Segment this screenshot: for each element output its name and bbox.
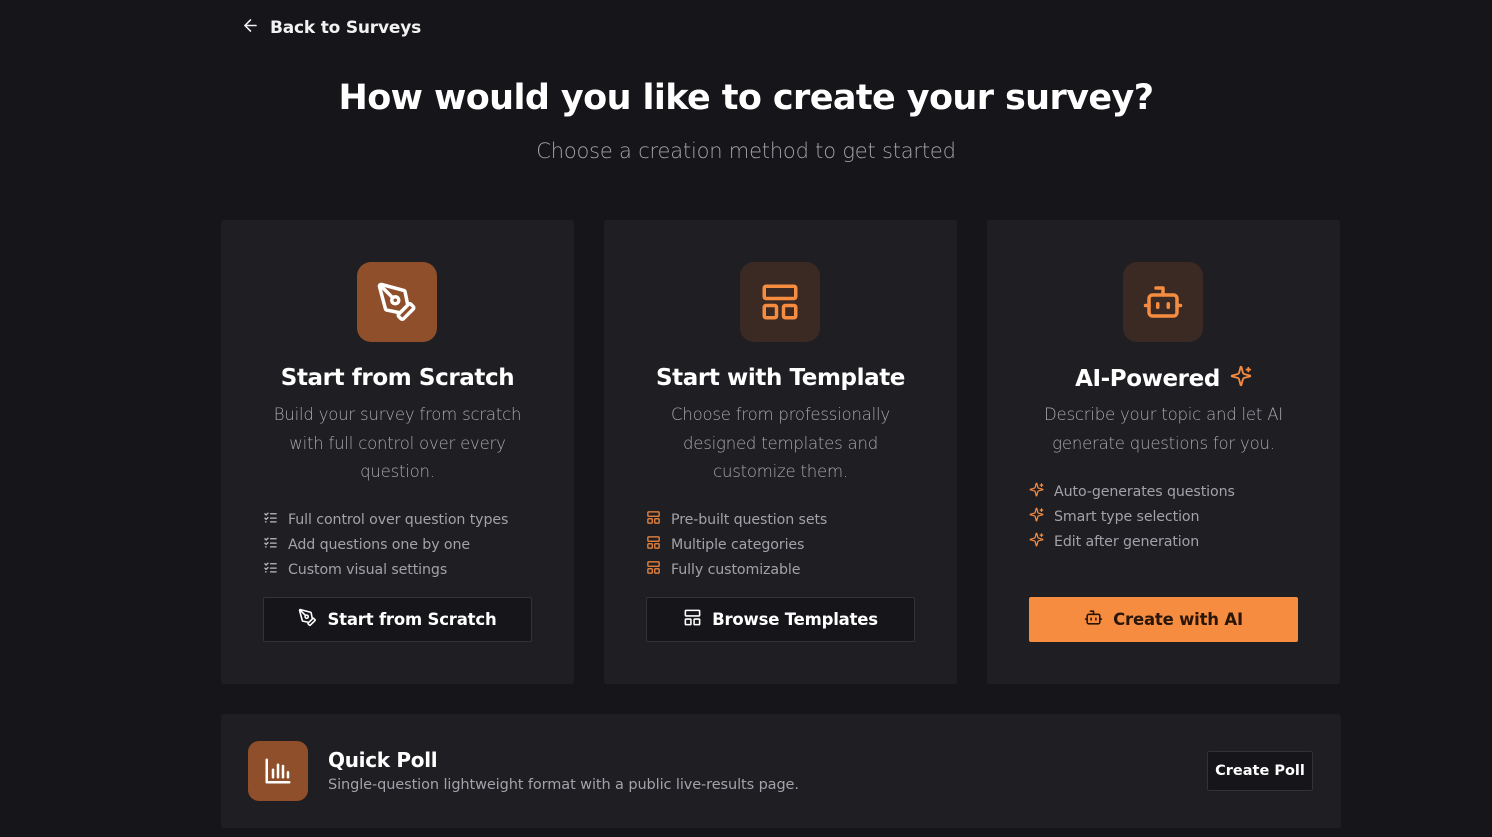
list-item: Multiple categories bbox=[646, 532, 937, 557]
card-title: Start from Scratch bbox=[280, 365, 515, 391]
button-label: Start from Scratch bbox=[327, 610, 497, 629]
card-ai-powered: AI-Powered Describe your topic and let A… bbox=[987, 220, 1340, 684]
list-item: Pre-built question sets bbox=[646, 507, 937, 532]
card-description: Build your survey from scratch with full… bbox=[273, 405, 522, 482]
card-start-from-scratch: Start from Scratch Build your survey fro… bbox=[221, 220, 574, 684]
layout-template-icon bbox=[740, 262, 820, 342]
card-title: Start with Template bbox=[656, 365, 905, 391]
create-poll-button[interactable]: Create Poll bbox=[1207, 751, 1313, 791]
quick-poll-title: Quick Poll bbox=[328, 748, 438, 772]
list-item: Fully customizable bbox=[646, 557, 937, 582]
sparkles-icon bbox=[1029, 482, 1044, 501]
quick-poll-description: Single-question lightweight format with … bbox=[328, 777, 799, 793]
feature-list: Full control over question types Add que… bbox=[263, 507, 554, 582]
bot-icon bbox=[1123, 262, 1203, 342]
back-to-surveys-link[interactable]: Back to Surveys bbox=[241, 16, 421, 40]
card-description: Choose from professionally designed temp… bbox=[671, 405, 890, 482]
button-label: Browse Templates bbox=[712, 610, 878, 629]
layout-template-icon bbox=[646, 510, 661, 529]
list-item: Full control over question types bbox=[263, 507, 554, 532]
card-start-with-template: Start with Template Choose from professi… bbox=[604, 220, 957, 684]
list-item: Add questions one by one bbox=[263, 532, 554, 557]
card-title: AI-Powered bbox=[987, 365, 1340, 393]
sparkles-icon bbox=[1029, 507, 1044, 526]
bot-icon bbox=[1084, 608, 1103, 631]
sparkles-icon bbox=[1029, 532, 1044, 551]
pen-tool-icon bbox=[298, 608, 317, 631]
list-checks-icon bbox=[263, 510, 278, 529]
list-item: Custom visual settings bbox=[263, 557, 554, 582]
pen-tool-icon bbox=[357, 262, 437, 342]
list-item: Auto-generates questions bbox=[1029, 479, 1320, 504]
create-with-ai-button[interactable]: Create with AI bbox=[1029, 597, 1298, 642]
card-description: Describe your topic and let AI generate … bbox=[1044, 405, 1283, 453]
list-checks-icon bbox=[263, 535, 278, 554]
start-from-scratch-button[interactable]: Start from Scratch bbox=[263, 597, 532, 642]
layout-template-icon bbox=[646, 560, 661, 579]
list-checks-icon bbox=[263, 560, 278, 579]
feature-list: Pre-built question sets Multiple categor… bbox=[646, 507, 937, 582]
quick-poll-panel: Quick Poll Single-question lightweight f… bbox=[221, 714, 1341, 828]
arrow-left-icon bbox=[241, 16, 260, 40]
list-item: Edit after generation bbox=[1029, 529, 1320, 554]
browse-templates-button[interactable]: Browse Templates bbox=[646, 597, 915, 642]
sparkles-icon bbox=[1230, 365, 1252, 393]
layout-template-icon bbox=[683, 608, 702, 631]
back-link-label: Back to Surveys bbox=[270, 18, 421, 38]
bar-chart-icon bbox=[248, 741, 308, 801]
list-item: Smart type selection bbox=[1029, 504, 1320, 529]
page-title: How would you like to create your survey… bbox=[338, 78, 1154, 118]
page-subtitle: Choose a creation method to get started bbox=[536, 139, 956, 163]
feature-list: Auto-generates questions Smart type sele… bbox=[1029, 479, 1320, 554]
button-label: Create with AI bbox=[1113, 610, 1243, 629]
layout-template-icon bbox=[646, 535, 661, 554]
